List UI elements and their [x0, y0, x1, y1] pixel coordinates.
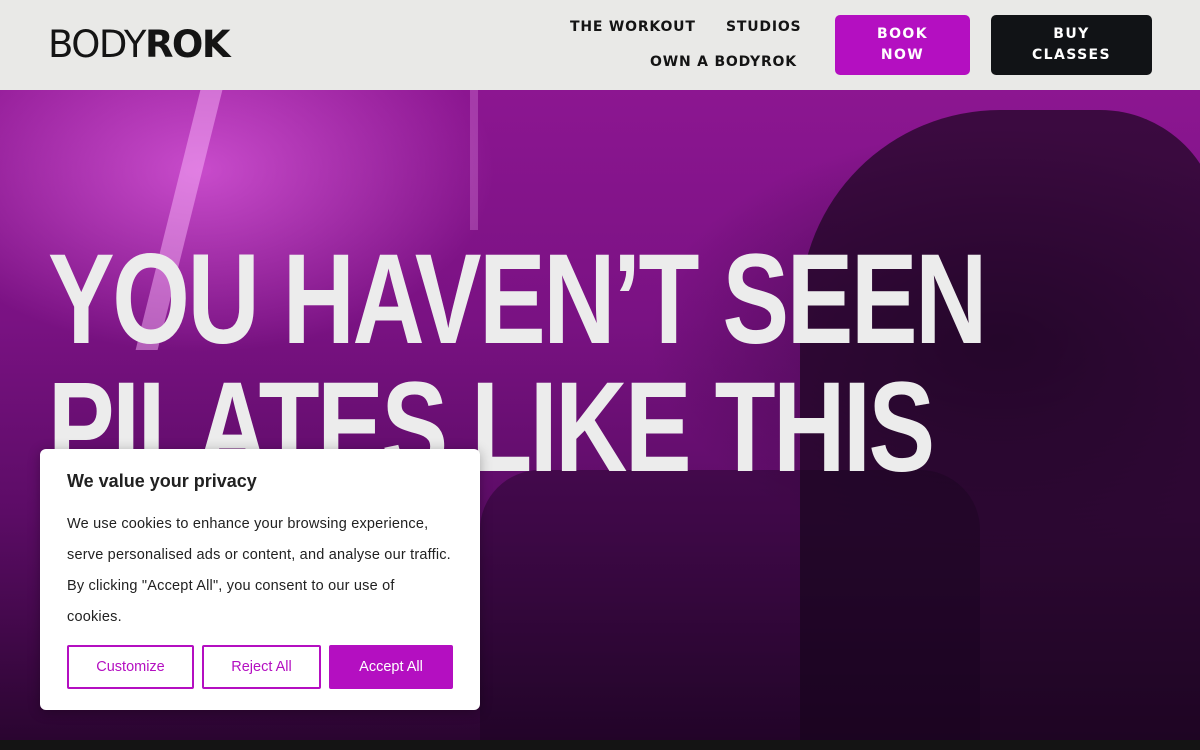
bodyrok-logo[interactable]: BODY ROK	[48, 23, 231, 66]
cookie-dialog-title: We value your privacy	[67, 471, 257, 491]
footer-strip	[0, 740, 1200, 750]
buy-classes-button[interactable]: BUY CLASSES	[991, 15, 1152, 75]
class-participants-silhouette	[480, 470, 980, 740]
nav-studios[interactable]: STUDIOS	[726, 19, 801, 35]
cookie-customize-button[interactable]: Customize	[67, 645, 194, 689]
cookie-consent-dialog: We value your privacy We use cookies to …	[40, 449, 480, 710]
cookie-accept-all-button[interactable]: Accept All	[329, 645, 453, 689]
cookie-button-group: Customize Reject All Accept All	[67, 645, 453, 689]
ceiling-light-beam	[470, 90, 478, 230]
logo-text-body: BODY	[48, 23, 146, 66]
book-now-button[interactable]: BOOK NOW	[835, 15, 970, 75]
nav-own-a-bodyrok[interactable]: OWN A BODYROK	[650, 54, 797, 70]
cookie-dialog-text: We use cookies to enhance your browsing …	[67, 516, 451, 625]
cookie-reject-all-button[interactable]: Reject All	[202, 645, 321, 689]
logo-text-rok: ROK	[144, 23, 231, 66]
site-header: BODY ROK THE WORKOUT STUDIOS OWN A BODYRO…	[0, 0, 1200, 90]
hero-headline-line-1: YOU HAVEN’T SEEN	[48, 228, 987, 371]
nav-the-workout[interactable]: THE WORKOUT	[570, 19, 696, 35]
